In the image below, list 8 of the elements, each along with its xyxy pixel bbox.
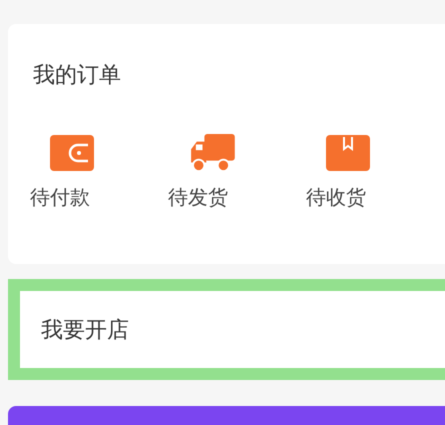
order-status-label[interactable]: 待收货 — [306, 184, 366, 211]
truck-icon[interactable] — [188, 134, 236, 172]
open-shop-button[interactable]: 我要开店 — [8, 279, 445, 380]
box-icon[interactable] — [326, 134, 370, 172]
section-title: 我的订单 — [33, 62, 122, 90]
order-status-label[interactable]: 待付款 — [30, 184, 90, 211]
order-status-label[interactable]: 待发货 — [168, 184, 228, 211]
wallet-icon[interactable] — [50, 134, 94, 172]
